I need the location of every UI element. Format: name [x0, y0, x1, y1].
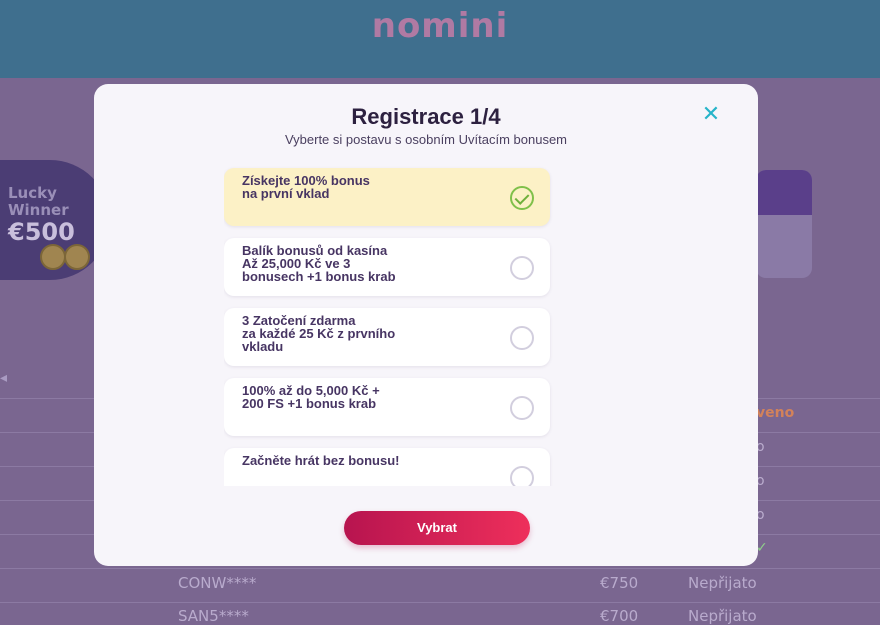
bonus-option-text: Získejte 100% bonus na první vklad: [242, 174, 492, 200]
bonus-option-card[interactable]: 3 Zatočení zdarma za každé 25 Kč z první…: [224, 308, 550, 366]
chevron-left-icon: ◂: [0, 370, 8, 386]
site-logo: nomini: [371, 6, 509, 46]
modal-title: Registrace 1/4: [351, 104, 501, 129]
bonus-option-text: Balík bonusů od kasína Až 25,000 Kč ve 3…: [242, 244, 492, 283]
row-divider: [0, 602, 880, 603]
bonus-option-line: Začněte hrát bez bonusu!: [242, 453, 400, 468]
bonus-option-line: na první vklad: [242, 186, 330, 201]
bonus-option[interactable]: Začněte hrát bez bonusu!: [224, 448, 764, 486]
modal-subtitle: Vyberte si postavu s osobním Uvítacím bo…: [284, 132, 568, 147]
bonus-option[interactable]: 100% až do 5,000 Kč + 200 FS +1 bonus kr…: [224, 378, 764, 440]
table-cell-status: Nepřijato: [688, 607, 757, 625]
row-divider: [0, 568, 880, 569]
bonus-option-line: vkladu: [242, 339, 284, 354]
bonus-option-line: bonusech +1 bonus krab: [242, 269, 396, 284]
bonus-option-card[interactable]: 100% až do 5,000 Kč + 200 FS +1 bonus kr…: [224, 378, 550, 436]
radio-unchecked-icon[interactable]: [510, 256, 534, 280]
bonus-option[interactable]: 3 Zatočení zdarma za každé 25 Kč z první…: [224, 308, 764, 370]
table-cell-user: SAN5****: [178, 607, 249, 625]
close-icon[interactable]: ✕: [698, 102, 724, 128]
bonus-option-text: Začněte hrát bez bonusu!: [242, 454, 492, 467]
choose-button[interactable]: Vybrat: [344, 511, 530, 545]
table-cell-amount: €700: [600, 607, 639, 625]
radio-unchecked-icon[interactable]: [510, 466, 534, 486]
coin-icon: [64, 244, 90, 270]
table-cell-status: Nepřijato: [688, 574, 757, 592]
radio-checked-icon[interactable]: [510, 186, 534, 210]
bonus-option-text: 100% až do 5,000 Kč + 200 FS +1 bonus kr…: [242, 384, 492, 410]
bonus-option[interactable]: Balík bonusů od kasína Až 25,000 Kč ve 3…: [224, 238, 764, 300]
side-card-header: [756, 170, 812, 215]
bonus-option-card[interactable]: Balík bonusů od kasína Až 25,000 Kč ve 3…: [224, 238, 550, 296]
coin-icon: [40, 244, 66, 270]
radio-unchecked-icon[interactable]: [510, 396, 534, 420]
bonus-option-line: 200 FS +1 bonus krab: [242, 396, 377, 411]
bonus-option-card[interactable]: Začněte hrát bez bonusu!: [224, 448, 550, 486]
promo-amount: €500: [8, 218, 75, 246]
bonus-options-list[interactable]: Získejte 100% bonus na první vklad Balík…: [224, 164, 764, 486]
table-cell-amount: €750: [600, 574, 639, 592]
registration-modal: Registrace 1/4 ✕ Vyberte si postavu s os…: [94, 84, 758, 566]
bonus-option-text: 3 Zatočení zdarma za každé 25 Kč z první…: [242, 314, 492, 353]
table-cell-user: CONW****: [178, 574, 257, 592]
bonus-option[interactable]: Získejte 100% bonus na první vklad: [224, 168, 764, 230]
bonus-option-card[interactable]: Získejte 100% bonus na první vklad: [224, 168, 550, 226]
promo-text: Lucky Winner: [8, 184, 69, 219]
radio-unchecked-icon[interactable]: [510, 326, 534, 350]
